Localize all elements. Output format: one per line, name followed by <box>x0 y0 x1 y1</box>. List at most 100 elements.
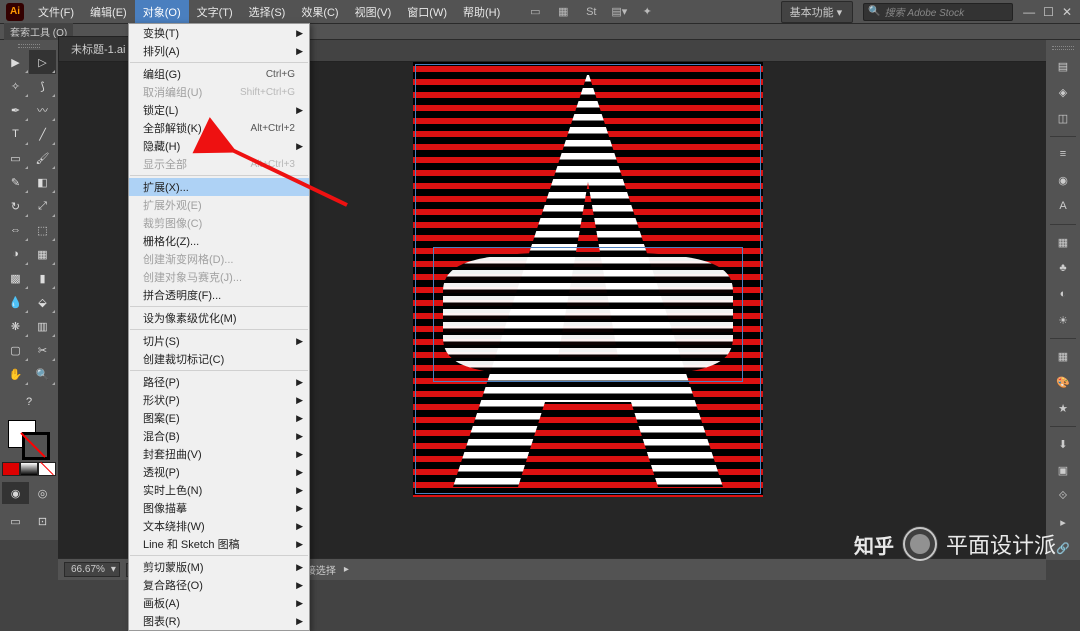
menu-item[interactable]: 拼合透明度(F)... <box>129 286 309 304</box>
rectangle-tool[interactable]: ▭ <box>2 146 29 170</box>
menu-帮助[interactable]: 帮助(H) <box>455 0 508 23</box>
fill-stroke-swatch[interactable] <box>2 418 56 462</box>
menu-编辑[interactable]: 编辑(E) <box>82 0 135 23</box>
help-button[interactable]: ? <box>2 390 56 414</box>
workspace-switcher[interactable]: 基本功能 ▾ <box>781 1 854 23</box>
gradient-tool[interactable]: ▮ <box>29 266 56 290</box>
type-panel-icon[interactable]: A <box>1050 195 1076 218</box>
brushes-panel-icon[interactable]: 🎨 <box>1050 371 1076 394</box>
menu-item[interactable]: 路径(P)▶ <box>129 373 309 391</box>
color-panel-icon[interactable]: ◉ <box>1050 169 1076 192</box>
direct-selection-tool[interactable]: ▷ <box>29 50 56 74</box>
menu-item[interactable]: 创建裁切标记(C) <box>129 350 309 368</box>
width-tool[interactable]: ⇔ <box>2 218 29 242</box>
panel-handle[interactable] <box>2 42 56 50</box>
workspace-icon[interactable]: ▤▾ <box>612 5 626 19</box>
free-transform-tool[interactable]: ⬚ <box>29 218 56 242</box>
menu-item[interactable]: 设为像素级优化(M) <box>129 309 309 327</box>
artboards-panel-icon[interactable]: ▣ <box>1050 459 1076 482</box>
menu-item[interactable]: 复合路径(O)▶ <box>129 576 309 594</box>
screen-mode[interactable]: ▭ <box>2 510 29 532</box>
layers-panel-icon[interactable]: ◈ <box>1050 81 1076 104</box>
menu-item[interactable]: 透视(P)▶ <box>129 463 309 481</box>
view-icon[interactable]: St <box>584 5 598 19</box>
menu-item[interactable]: 排列(A)▶ <box>129 42 309 60</box>
draw-behind-mode[interactable]: ◎ <box>29 482 56 504</box>
blend-tool[interactable]: ⬙ <box>29 290 56 314</box>
panel-handle[interactable] <box>1046 44 1080 52</box>
paintbrush-tool[interactable]: 🖌 <box>29 146 56 170</box>
menu-item[interactable]: 图像描摹▶ <box>129 499 309 517</box>
search-input[interactable]: 🔍 搜索 Adobe Stock <box>863 3 1013 21</box>
shape-builder-tool[interactable]: ◑ <box>2 242 29 266</box>
menu-item[interactable]: 文本绕排(W)▶ <box>129 517 309 535</box>
artboard-tool[interactable]: ▢ <box>2 338 29 362</box>
rotate-tool[interactable]: ↻ <box>2 194 29 218</box>
menu-item[interactable]: 锁定(L)▶ <box>129 101 309 119</box>
menu-item[interactable]: 编组(G)Ctrl+G <box>129 65 309 83</box>
menu-item[interactable]: 图案(E)▶ <box>129 409 309 427</box>
color-swatch-red[interactable] <box>2 462 20 476</box>
css-panel-icon[interactable]: ⟐ <box>1050 485 1076 508</box>
menu-文字[interactable]: 文字(T) <box>189 0 241 23</box>
none-swatch[interactable] <box>38 462 56 476</box>
artboard[interactable] <box>413 62 763 497</box>
slice-tool[interactable]: ✂ <box>29 338 56 362</box>
menu-item[interactable]: 图表(R)▶ <box>129 612 309 630</box>
shaper-tool[interactable]: ✎ <box>2 170 29 194</box>
status-mode-chevron[interactable]: ▸ <box>344 564 349 575</box>
menu-item[interactable]: 变换(T)▶ <box>129 24 309 42</box>
close-button[interactable]: ✕ <box>1062 5 1072 19</box>
minimize-button[interactable]: — <box>1023 5 1035 19</box>
perspective-grid-tool[interactable]: ▦ <box>29 242 56 266</box>
gpu-icon[interactable]: ✦ <box>640 5 654 19</box>
menu-item[interactable]: 扩展(X)... <box>129 178 309 196</box>
menu-对象[interactable]: 对象(O) <box>135 0 189 23</box>
menu-item[interactable]: 封套扭曲(V)▶ <box>129 445 309 463</box>
eyedropper-tool[interactable]: 💧 <box>2 290 29 314</box>
menu-item[interactable]: 形状(P)▶ <box>129 391 309 409</box>
scale-tool[interactable]: ⤢ <box>29 194 56 218</box>
menu-效果[interactable]: 效果(C) <box>293 0 346 23</box>
stroke-panel-icon[interactable]: ≡ <box>1050 143 1076 166</box>
transform-panel-icon[interactable]: ♣ <box>1050 257 1076 280</box>
appearance-panel-icon[interactable]: ◐ <box>1050 283 1076 306</box>
menu-窗口[interactable]: 窗口(W) <box>399 0 455 23</box>
menu-item[interactable]: 隐藏(H)▶ <box>129 137 309 155</box>
menu-item[interactable]: 混合(B)▶ <box>129 427 309 445</box>
menu-文件[interactable]: 文件(F) <box>30 0 82 23</box>
magic-wand-tool[interactable]: ✧ <box>2 74 29 98</box>
change-screen-mode[interactable]: ⊡ <box>29 510 56 532</box>
libraries-panel-icon[interactable]: ◫ <box>1050 107 1076 130</box>
curvature-tool[interactable]: 〰 <box>29 98 56 122</box>
zoom-field[interactable]: 66.67% ▾ <box>64 562 120 577</box>
graphic-styles-panel-icon[interactable]: ☀ <box>1050 309 1076 332</box>
hand-tool[interactable]: ✋ <box>2 362 29 386</box>
menu-视图[interactable]: 视图(V) <box>347 0 400 23</box>
column-graph-tool[interactable]: ▥ <box>29 314 56 338</box>
menu-item[interactable]: 画板(A)▶ <box>129 594 309 612</box>
menu-item[interactable]: Line 和 Sketch 图稿▶ <box>129 535 309 553</box>
type-tool[interactable]: T <box>2 122 29 146</box>
menu-item[interactable]: 全部解锁(K)Alt+Ctrl+2 <box>129 119 309 137</box>
menu-item[interactable]: 实时上色(N)▶ <box>129 481 309 499</box>
properties-panel-icon[interactable]: ▤ <box>1050 55 1076 78</box>
symbol-sprayer-tool[interactable]: ❋ <box>2 314 29 338</box>
swatches-panel-icon[interactable]: ▦ <box>1050 345 1076 368</box>
selection-tool[interactable]: ▶ <box>2 50 29 74</box>
menu-item[interactable]: 切片(S)▶ <box>129 332 309 350</box>
arrange-icon[interactable]: ▦ <box>556 5 570 19</box>
menu-item[interactable]: 栅格化(Z)... <box>129 232 309 250</box>
pen-tool[interactable]: ✒ <box>2 98 29 122</box>
zoom-tool[interactable]: 🔍 <box>29 362 56 386</box>
gradient-swatch[interactable] <box>20 462 38 476</box>
lasso-tool[interactable]: ⟆ <box>29 74 56 98</box>
asset-export-panel-icon[interactable]: ⬇ <box>1050 433 1076 456</box>
menu-item[interactable]: 剪切蒙版(M)▶ <box>129 558 309 576</box>
symbols-panel-icon[interactable]: ★ <box>1050 397 1076 420</box>
align-panel-icon[interactable]: ▦ <box>1050 231 1076 254</box>
line-tool[interactable]: ╱ <box>29 122 56 146</box>
mesh-tool[interactable]: ▩ <box>2 266 29 290</box>
menu-选择[interactable]: 选择(S) <box>241 0 294 23</box>
maximize-button[interactable]: ☐ <box>1043 5 1054 19</box>
